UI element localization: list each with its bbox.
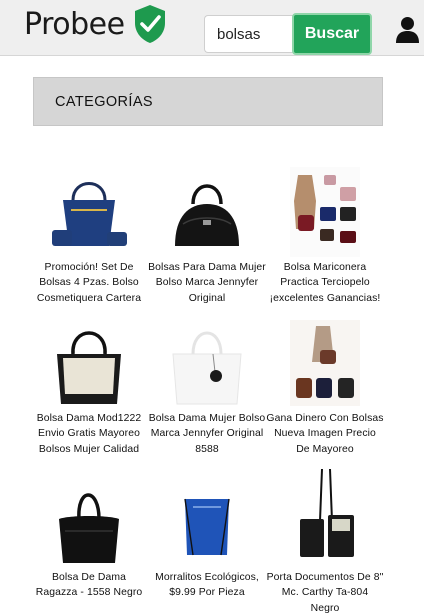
brand-name: Probee [24, 6, 125, 42]
product-title[interactable]: Morralitos Ecológicos, $9.99 Por Pieza [148, 570, 266, 601]
product-card[interactable]: Bolsa De Dama Ragazza - 1558 Negro [30, 476, 148, 601]
product-card[interactable]: Morralitos Ecológicos, $9.99 Por Pieza [148, 476, 266, 601]
product-card[interactable]: Bolsa Dama Mod1222 Envio Gratis Mayoreo … [30, 317, 148, 457]
categories-panel[interactable]: CATEGORÍAS [33, 77, 383, 126]
product-title[interactable]: Bolsa De Dama Ragazza - 1558 Negro [30, 570, 148, 601]
product-title[interactable]: Bolsa Mariconera Practica Terciopelo ¡ex… [266, 260, 384, 306]
product-image-black-shoulder-bag[interactable] [30, 476, 148, 568]
product-image-navy-handbag-set[interactable] [30, 166, 148, 258]
top-header: Probee Buscar [0, 0, 424, 56]
product-image-white-tote-pompom[interactable] [148, 317, 266, 409]
shield-check-icon [134, 5, 165, 43]
product-image-black-document-pouch[interactable] [266, 462, 384, 568]
search-input[interactable] [204, 15, 296, 53]
brand-logo[interactable]: Probee [24, 2, 167, 46]
product-card[interactable]: Bolsa Mariconera Practica Terciopelo ¡ex… [266, 166, 384, 306]
product-image-bags-model-catalog[interactable] [266, 317, 384, 409]
product-card[interactable]: Gana Dinero Con Bolsas Nueva Imagen Prec… [266, 317, 384, 457]
categories-title: CATEGORÍAS [55, 93, 153, 110]
search-button[interactable]: Buscar [292, 13, 372, 55]
product-card[interactable]: Bolsa Dama Mujer Bolso Marca Jennyfer Or… [148, 317, 266, 457]
user-icon[interactable] [395, 16, 420, 44]
product-title[interactable]: Bolsa Dama Mujer Bolso Marca Jennyfer Or… [148, 411, 266, 457]
product-image-beige-black-tote[interactable] [30, 317, 148, 409]
product-card[interactable]: Promoción! Set De Bolsas 4 Pzas. Bolso C… [30, 166, 148, 306]
product-title[interactable]: Bolsa Dama Mod1222 Envio Gratis Mayoreo … [30, 411, 148, 457]
product-image-blue-drawstring-bag[interactable] [148, 476, 266, 568]
product-title[interactable]: Promoción! Set De Bolsas 4 Pzas. Bolso C… [30, 260, 148, 306]
product-image-black-dome-handbag[interactable] [148, 166, 266, 258]
product-title[interactable]: Gana Dinero Con Bolsas Nueva Imagen Prec… [266, 411, 384, 457]
product-title[interactable]: Bolsas Para Dama Mujer Bolso Marca Jenny… [148, 260, 266, 306]
product-card[interactable]: Bolsas Para Dama Mujer Bolso Marca Jenny… [148, 166, 266, 306]
product-image-velvet-bags-catalog[interactable] [266, 166, 384, 258]
product-title[interactable]: Porta Documentos De 8" Mc. Carthy Ta-804… [266, 570, 384, 614]
product-card[interactable]: Porta Documentos De 8" Mc. Carthy Ta-804… [266, 462, 384, 614]
